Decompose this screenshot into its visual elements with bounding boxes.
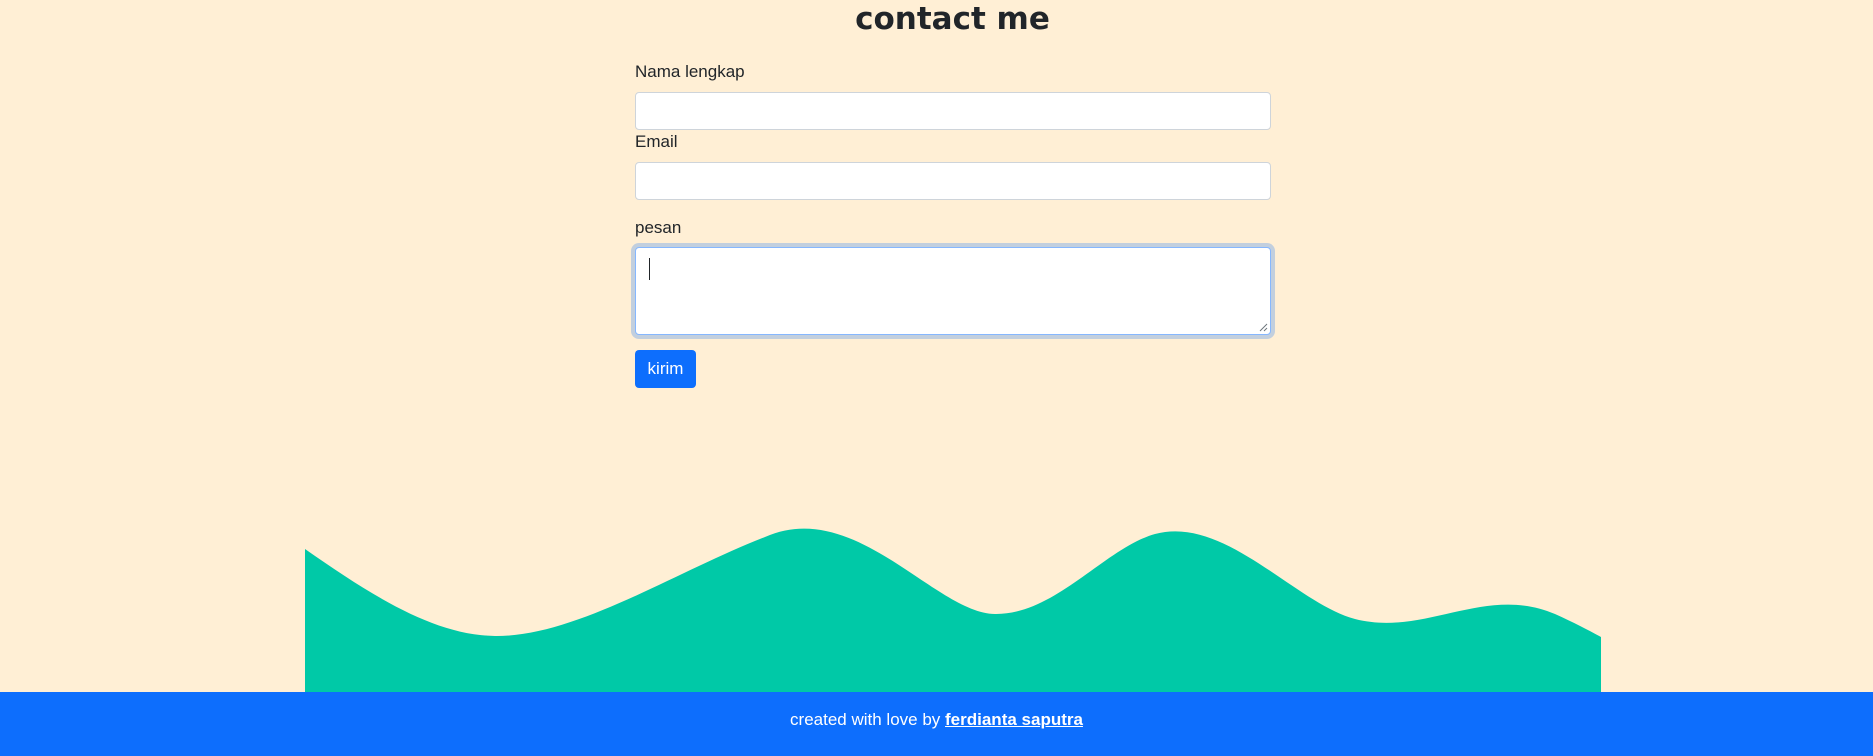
page-title: contact me: [855, 1, 1050, 37]
message-label: pesan: [635, 218, 682, 237]
submit-button[interactable]: kirim: [635, 350, 696, 388]
wave-shape: [305, 528, 1601, 695]
footer-text: created with love by: [790, 710, 941, 729]
wave-decoration: [305, 528, 1601, 695]
resize-grip-icon[interactable]: [1259, 323, 1268, 332]
footer: created with love by ferdianta saputra: [0, 692, 1873, 756]
message-textarea[interactable]: [635, 247, 1271, 335]
name-input[interactable]: [635, 92, 1271, 130]
name-label: Nama lengkap: [635, 62, 745, 81]
text-caret: [649, 258, 650, 280]
email-input[interactable]: [635, 162, 1271, 200]
author-link[interactable]: ferdianta saputra: [945, 710, 1083, 729]
email-label: Email: [635, 132, 678, 151]
